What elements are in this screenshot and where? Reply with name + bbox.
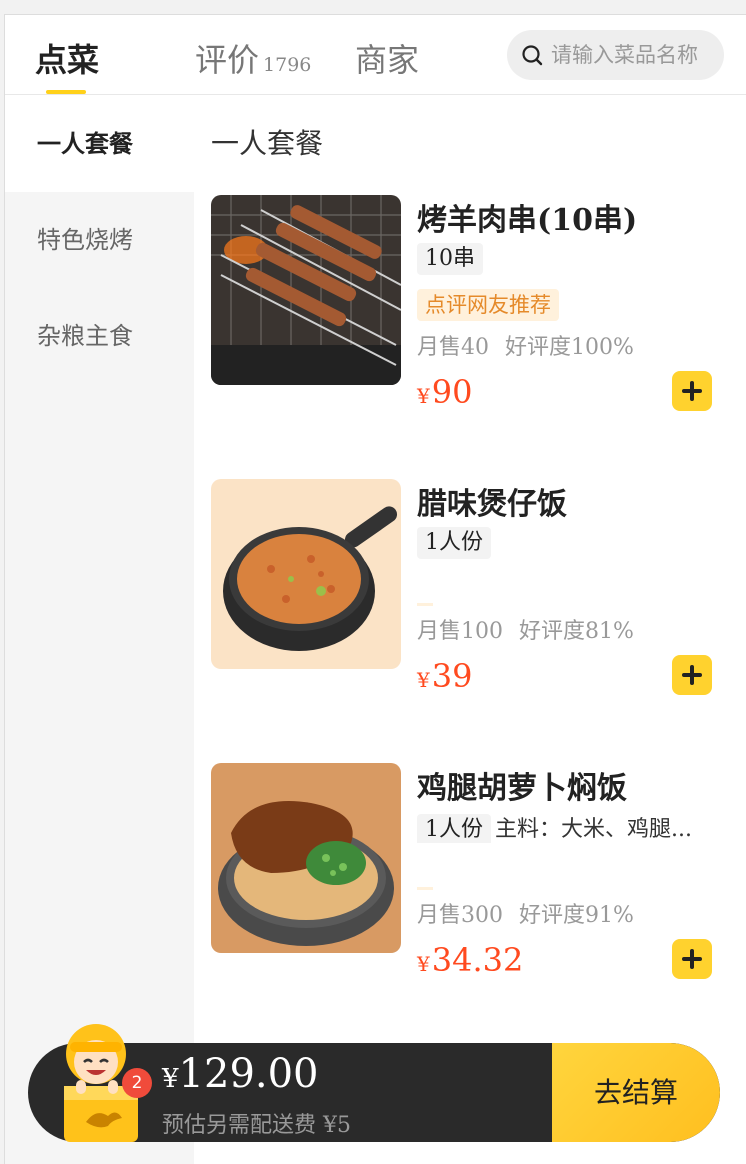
recommend-badge: 点评网友推荐 (417, 289, 559, 321)
price-value: 39 (431, 657, 473, 695)
add-to-cart-button[interactable] (672, 371, 712, 411)
dish-card[interactable]: 鸡腿胡萝卜焖饭 1人份 主料：大米、鸡腿... 月售300 好评度91% ¥34.3… (211, 763, 731, 979)
price-value: 90 (431, 373, 473, 411)
checkout-button[interactable]: 去结算 (552, 1043, 720, 1142)
dish-image-lamb-skewers[interactable] (211, 195, 401, 385)
sidebar-item-staple[interactable]: 杂粮主食 (5, 288, 194, 384)
monthly-sales: 月售100 (417, 619, 503, 644)
tab-reviews-label: 评价 (195, 41, 260, 79)
dish-image-claypot-rice[interactable] (211, 479, 401, 669)
dish-list: 一人套餐 烤羊肉串(10串) 10串 点评网友推荐 月售40 好评度100% ¥… (194, 96, 746, 1164)
search-bar[interactable] (507, 30, 724, 80)
sidebar-item-bbq[interactable]: 特色烧烤 (5, 192, 194, 288)
dish-stats: 月售40 好评度100% (417, 329, 634, 361)
currency-symbol: ¥ (417, 668, 430, 692)
app-frame: 点菜 评价1796 商家 一人套餐 特色烧烤 杂粮主食 一人套餐 (4, 14, 746, 1164)
dish-name: 烤羊肉串(10串) (417, 203, 638, 238)
portion-tag: 1人份 (417, 527, 491, 559)
rating: 好评度91% (519, 903, 634, 928)
category-sidebar: 一人套餐 特色烧烤 杂粮主食 (5, 96, 194, 1164)
currency-symbol: ¥ (417, 384, 430, 408)
dish-tags: 1人份 主料：大米、鸡腿... (417, 811, 717, 843)
portion-tag: 1人份 (417, 814, 491, 843)
add-to-cart-button[interactable] (672, 939, 712, 979)
badge-placeholder (417, 603, 433, 606)
dish-tags: 10串 (417, 243, 717, 275)
cart-count-badge: 2 (122, 1068, 152, 1098)
header-tabs: 点菜 评价 1796 商家 (5, 15, 746, 95)
dish-card[interactable]: 烤羊肉串(10串) 10串 点评网友推荐 月售40 好评度100% ¥90 (211, 195, 731, 411)
cart-total: ¥129.00 (162, 1051, 319, 1097)
dish-tags: 1人份 (417, 527, 717, 559)
price-value: 34.32 (431, 941, 524, 979)
sidebar-item-single-set[interactable]: 一人套餐 (5, 96, 194, 192)
delivery-fee-note: 预估另需配送费 ¥5 (162, 1113, 351, 1138)
tab-order-label: 点菜 (35, 41, 100, 79)
add-to-cart-button[interactable] (672, 655, 712, 695)
dish-name: 腊味煲仔饭 (417, 487, 567, 522)
currency-symbol: ¥ (162, 1064, 179, 1094)
review-count: 1796 (263, 54, 312, 76)
tab-reviews[interactable]: 评价 1796 (195, 35, 311, 81)
dish-name: 鸡腿胡萝卜焖饭 (417, 771, 627, 806)
search-input[interactable] (551, 30, 716, 80)
dish-stats: 月售100 好评度81% (417, 613, 634, 645)
dish-price: ¥39 (417, 657, 472, 695)
currency-symbol: ¥ (417, 952, 430, 976)
dish-image-chicken-rice[interactable] (211, 763, 401, 953)
search-icon (522, 45, 543, 66)
active-tab-indicator (46, 90, 86, 94)
ingredients-text: 主料：大米、鸡腿... (495, 817, 692, 842)
rating: 好评度100% (505, 335, 634, 360)
monthly-sales: 月售300 (417, 903, 503, 928)
dish-stats: 月售300 好评度91% (417, 897, 634, 929)
cart-total-value: 129.00 (178, 1051, 319, 1097)
tab-order[interactable]: 点菜 (35, 35, 99, 81)
dish-price: ¥90 (417, 373, 472, 411)
rating: 好评度81% (519, 619, 634, 644)
dish-card[interactable]: 腊味煲仔饭 1人份 月售100 好评度81% ¥39 (211, 479, 731, 695)
monthly-sales: 月售40 (417, 335, 489, 360)
dish-price: ¥34.32 (417, 941, 523, 979)
badge-placeholder (417, 887, 433, 890)
category-title: 一人套餐 (211, 127, 324, 160)
portion-tag: 10串 (417, 243, 483, 275)
tab-merchant-label: 商家 (355, 41, 420, 79)
tab-merchant[interactable]: 商家 (355, 35, 419, 81)
